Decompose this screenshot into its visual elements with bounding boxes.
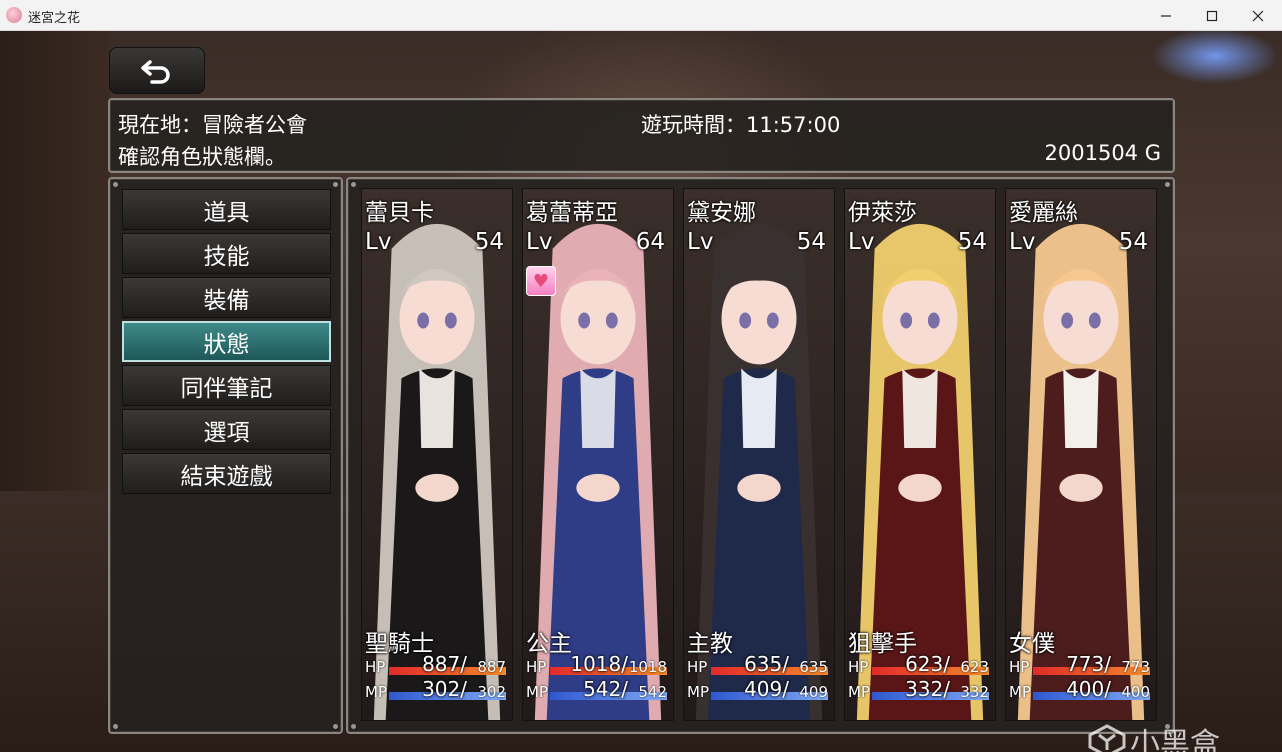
location-text: 現在地：冒險者公會 xyxy=(118,113,307,137)
menu-item-companion-notes[interactable]: 同伴筆記 xyxy=(122,365,331,406)
menu-item-status[interactable]: 狀態 xyxy=(122,321,331,362)
panel-rivet xyxy=(351,724,356,729)
hp-max: 635 xyxy=(799,658,828,676)
game-scene: 現在地：冒險者公會 遊玩時間：11:57:00 確認角色狀態欄。 2001504… xyxy=(0,31,1282,752)
character-name: 葛蕾蒂亞 xyxy=(526,200,618,226)
level-label: Lv xyxy=(365,229,392,255)
mp-gauge: MP 542/ 542 xyxy=(526,677,670,703)
hp-current: 1018/ xyxy=(570,652,628,676)
hp-gauge: HP 623/ 623 xyxy=(848,652,992,678)
panel-rivet xyxy=(351,182,356,187)
hp-current: 887/ xyxy=(422,652,467,676)
hp-gauge: HP 773/ 773 xyxy=(1009,652,1153,678)
info-panel: 現在地：冒險者公會 遊玩時間：11:57:00 確認角色狀態欄。 2001504… xyxy=(108,98,1175,173)
menu-item-options[interactable]: 選項 xyxy=(122,409,331,450)
mp-gauge: MP 332/ 332 xyxy=(848,677,992,703)
menu-item-equipment[interactable]: 裝備 xyxy=(122,277,331,318)
panel-rivet xyxy=(113,724,118,729)
character-card[interactable]: 伊萊莎 Lv 54 狙擊手 HP 623/ 623 MP 332/ 332 xyxy=(844,188,996,721)
mp-label: MP xyxy=(1009,683,1031,701)
hp-gauge: HP 887/ 887 xyxy=(365,652,509,678)
mp-label: MP xyxy=(526,683,548,701)
main-menu-panel: 道具 技能 裝備 狀態 同伴筆記 選項 結束遊戲 xyxy=(108,177,343,734)
window-title: 迷宮之花 xyxy=(28,11,81,26)
mp-label: MP xyxy=(687,683,709,701)
hp-max: 773 xyxy=(1121,658,1150,676)
hp-current: 623/ xyxy=(905,652,950,676)
character-name: 黛安娜 xyxy=(687,200,756,226)
menu-item-end-game[interactable]: 結束遊戲 xyxy=(122,453,331,494)
minimize-button[interactable] xyxy=(1143,0,1189,31)
gold-amount: 2001504 G xyxy=(1044,141,1161,165)
level-label: Lv xyxy=(1009,229,1036,255)
mp-max: 542 xyxy=(638,683,667,701)
level-value: 54 xyxy=(796,229,826,255)
mp-current: 400/ xyxy=(1066,677,1111,701)
xiaoheihe-logo-icon xyxy=(1088,724,1126,752)
level-label: Lv xyxy=(848,229,875,255)
character-card[interactable]: 葛蕾蒂亞 Lv 64 ♥ 公主 HP 1018/ 1018 MP 542/ 54… xyxy=(522,188,674,721)
hp-current: 773/ xyxy=(1066,652,1111,676)
hp-gauge: HP 1018/ 1018 xyxy=(526,652,670,678)
hp-label: HP xyxy=(1009,658,1030,676)
mp-gauge: MP 409/ 409 xyxy=(687,677,831,703)
mp-max: 400 xyxy=(1121,683,1150,701)
mp-current: 542/ xyxy=(583,677,628,701)
minimize-icon xyxy=(1161,14,1171,17)
panel-rivet xyxy=(113,182,118,187)
level-value: 64 xyxy=(635,229,665,255)
level-value: 54 xyxy=(474,229,504,255)
close-icon xyxy=(1252,10,1264,21)
character-card[interactable]: 蕾貝卡 Lv 54 聖騎士 HP 887/ 887 MP 302/ 302 xyxy=(361,188,513,721)
mp-gauge: MP 400/ 400 xyxy=(1009,677,1153,703)
hp-label: HP xyxy=(365,658,386,676)
hp-label: HP xyxy=(687,658,708,676)
mp-label: MP xyxy=(848,683,870,701)
mp-gauge: MP 302/ 302 xyxy=(365,677,509,703)
hp-max: 1018 xyxy=(628,658,667,676)
panel-rivet xyxy=(1165,182,1170,187)
background-wall xyxy=(0,31,110,491)
window-titlebar: 迷宮之花 xyxy=(0,0,1282,31)
mp-current: 302/ xyxy=(422,677,467,701)
back-button[interactable] xyxy=(109,47,205,94)
hp-max: 623 xyxy=(960,658,989,676)
menu-item-skills[interactable]: 技能 xyxy=(122,233,331,274)
playtime-text: 遊玩時間：11:57:00 xyxy=(641,113,841,137)
mp-max: 409 xyxy=(799,683,828,701)
menu-item-items[interactable]: 道具 xyxy=(122,189,331,230)
watermark: 小黑盒 xyxy=(1088,719,1220,752)
level-value: 54 xyxy=(1118,229,1148,255)
level-label: Lv xyxy=(526,229,553,255)
mp-max: 302 xyxy=(477,683,506,701)
return-arrow-icon xyxy=(141,59,170,84)
hp-max: 887 xyxy=(477,658,506,676)
panel-rivet xyxy=(333,724,338,729)
close-button[interactable] xyxy=(1235,0,1281,31)
mp-label: MP xyxy=(365,683,387,701)
character-name: 伊萊莎 xyxy=(848,200,917,226)
hp-label: HP xyxy=(526,658,547,676)
mp-current: 332/ xyxy=(905,677,950,701)
hp-label: HP xyxy=(848,658,869,676)
app-flower-icon xyxy=(6,7,22,23)
help-text: 確認角色狀態欄。 xyxy=(118,145,286,169)
maximize-icon xyxy=(1206,10,1218,21)
character-name: 愛麗絲 xyxy=(1009,200,1078,226)
character-name: 蕾貝卡 xyxy=(365,200,434,226)
level-label: Lv xyxy=(687,229,714,255)
maximize-button[interactable] xyxy=(1189,0,1235,31)
level-value: 54 xyxy=(957,229,987,255)
mp-current: 409/ xyxy=(744,677,789,701)
hp-gauge: HP 635/ 635 xyxy=(687,652,831,678)
mp-max: 332 xyxy=(960,683,989,701)
hp-current: 635/ xyxy=(744,652,789,676)
heart-state-icon: ♥ xyxy=(526,266,556,296)
character-card[interactable]: 愛麗絲 Lv 54 女僕 HP 773/ 773 MP 400/ 400 xyxy=(1005,188,1157,721)
watermark-text: 小黑盒 xyxy=(1130,727,1220,752)
panel-rivet xyxy=(333,182,338,187)
character-card[interactable]: 黛安娜 Lv 54 主教 HP 635/ 635 MP 409/ 409 xyxy=(683,188,835,721)
